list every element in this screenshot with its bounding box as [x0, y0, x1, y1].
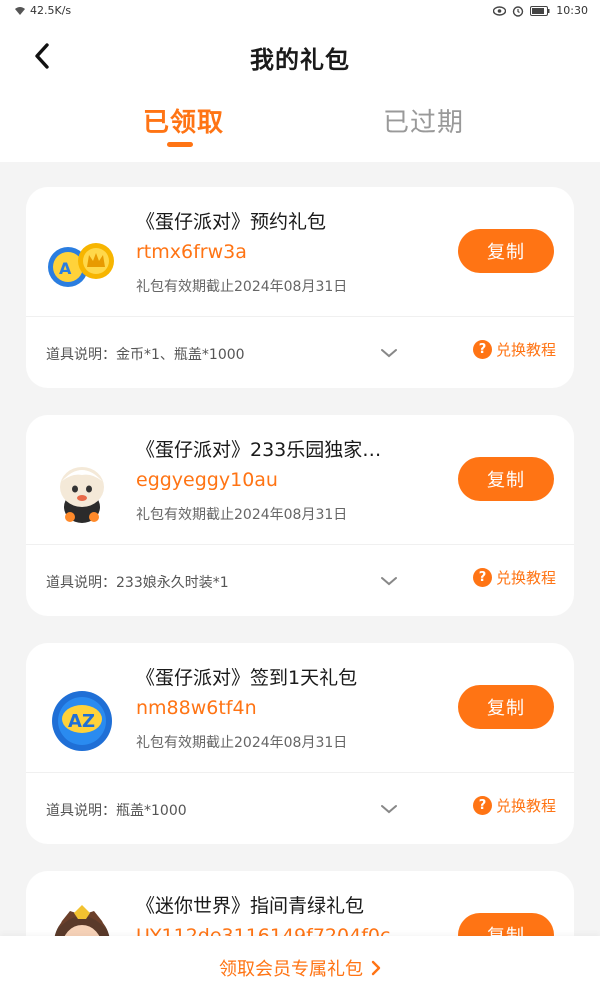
redeem-tutorial-link[interactable]: ? 兑换教程	[472, 567, 556, 588]
gift-items-description: 道具说明：233娘永久时装*1	[46, 575, 229, 591]
eye-icon	[493, 5, 507, 16]
gift-code: nm88w6tf4n	[136, 697, 257, 719]
clock-time: 10:30	[556, 4, 588, 17]
gift-name: 《蛋仔派对》预约礼包	[136, 211, 327, 233]
chevron-down-icon[interactable]	[380, 575, 398, 587]
active-tab-indicator	[167, 142, 193, 147]
divider	[26, 544, 574, 545]
redeem-tutorial-label: 兑换教程	[495, 569, 556, 587]
gift-expiry: 礼包有效期截止2024年08月31日	[136, 507, 348, 523]
redeem-tutorial-link[interactable]: ? 兑换教程	[472, 339, 556, 360]
member-gift-label: 领取会员专属礼包	[219, 959, 363, 980]
page-title: 我的礼包	[250, 46, 350, 74]
gift-card: A Z 《蛋仔派对》签到1天礼包 nm88w6tf4n 礼包有效期截止2024年…	[26, 643, 574, 844]
gift-name: 《迷你世界》指间青绿礼包	[136, 895, 365, 917]
gift-name: 《蛋仔派对》签到1天礼包	[136, 667, 358, 689]
gift-card: A 《蛋仔派对》预约礼包 rtmx6frw3a 礼包有效期截止2024年08月3…	[26, 187, 574, 388]
gift-card: 《蛋仔派对》233乐园独家… eggyeggy10au 礼包有效期截止2024年…	[26, 415, 574, 616]
chevron-down-icon[interactable]	[380, 803, 398, 815]
svg-text:A: A	[68, 711, 82, 732]
svg-text:A: A	[59, 259, 72, 278]
gift-items-description: 道具说明：金币*1、瓶盖*1000	[46, 347, 245, 363]
question-icon: ?	[472, 796, 492, 815]
alarm-icon	[512, 5, 524, 17]
copy-button[interactable]: 复制	[458, 457, 554, 501]
chevron-right-icon	[371, 960, 381, 976]
copy-button[interactable]: 复制	[458, 685, 554, 729]
bottle-cap-icon: A Z	[44, 683, 120, 759]
chevron-down-icon[interactable]	[380, 347, 398, 359]
question-icon: ?	[472, 568, 492, 587]
gift-expiry: 礼包有效期截止2024年08月31日	[136, 735, 348, 751]
gift-expiry: 礼包有效期截止2024年08月31日	[136, 279, 348, 295]
redeem-tutorial-link[interactable]: ? 兑换教程	[472, 795, 556, 816]
gift-name: 《蛋仔派对》233乐园独家…	[136, 439, 382, 461]
divider	[26, 772, 574, 773]
divider	[26, 316, 574, 317]
copy-button[interactable]: 复制	[458, 229, 554, 273]
gift-code: rtmx6frw3a	[136, 241, 247, 263]
cap-and-coin-icon: A	[44, 227, 120, 303]
egg-character-icon	[44, 455, 120, 531]
member-gift-link[interactable]: 领取会员专属礼包	[0, 936, 600, 1000]
header: 我的礼包 已领取 已过期	[0, 22, 600, 162]
redeem-tutorial-label: 兑换教程	[495, 797, 556, 815]
battery-icon	[530, 5, 550, 16]
question-icon: ?	[472, 340, 492, 359]
status-bar: 42.5K/s 10:30	[0, 0, 600, 22]
gift-items-description: 道具说明：瓶盖*1000	[46, 803, 187, 819]
redeem-tutorial-label: 兑换教程	[495, 341, 556, 359]
gift-code: eggyeggy10au	[136, 469, 278, 491]
tab-claimed[interactable]: 已领取	[143, 102, 224, 139]
tab-expired[interactable]: 已过期	[383, 102, 464, 139]
wifi-icon	[14, 6, 26, 16]
network-speed: 42.5K/s	[30, 4, 72, 17]
svg-text:Z: Z	[82, 711, 95, 732]
